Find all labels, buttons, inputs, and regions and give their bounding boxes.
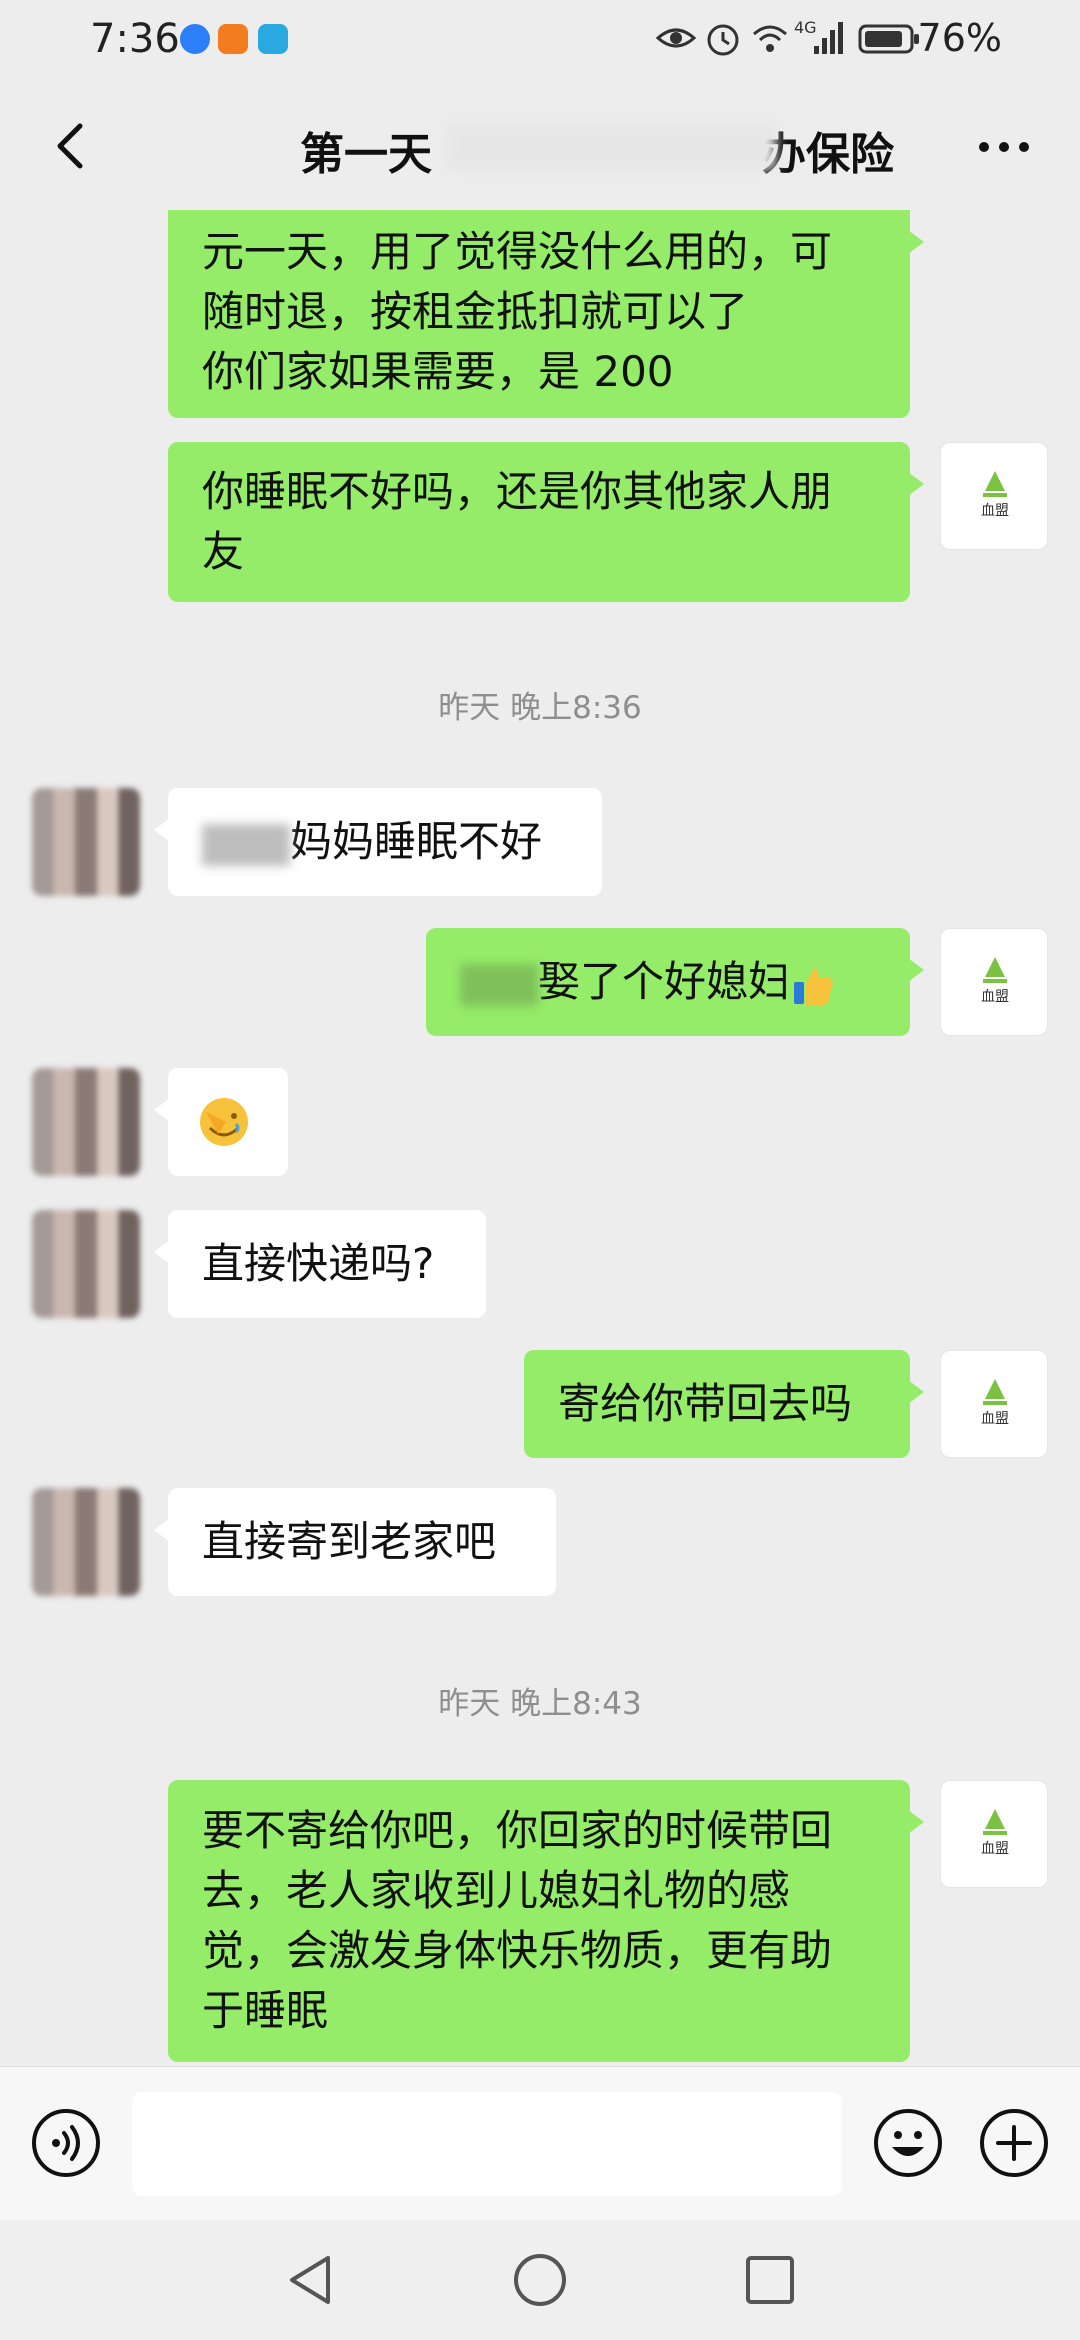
text-redaction xyxy=(202,823,290,866)
message-line: 元一天，用了觉得没什么用的，可 xyxy=(202,227,833,276)
message-line: 你们家如果需要，是 200 xyxy=(202,347,674,396)
avatar-logo-text: 血盟 xyxy=(981,1411,1009,1427)
facepalm-emoji xyxy=(200,1098,248,1146)
message-bubble-outgoing[interactable]: 娶了个好媳妇 xyxy=(426,928,924,1036)
my-avatar[interactable]: 血盟 xyxy=(940,1350,1048,1458)
video-app-icon xyxy=(218,24,248,54)
chat-title-suffix: 办保险 xyxy=(762,129,894,180)
message-bubble-outgoing[interactable]: 你睡眠不好吗，还是你其他家人朋 友 xyxy=(168,442,924,602)
chat-header: 第一天 办保险 xyxy=(0,84,1080,210)
avatar-logo-text: 血盟 xyxy=(981,503,1009,519)
input-bar xyxy=(0,2066,1080,2221)
message-bubble-outgoing[interactable]: 元一天，用了觉得没什么用的，可 随时退，按租金抵扣就可以了 你们家如果需要，是 … xyxy=(168,210,924,418)
status-bar: 7:36 4G 76% xyxy=(0,0,1080,84)
message-bubble-incoming[interactable] xyxy=(154,1068,288,1176)
my-avatar[interactable]: 血盟 xyxy=(940,1780,1048,1888)
emoji-icon[interactable] xyxy=(872,2107,944,2179)
message-line: 随时退，按租金抵扣就可以了 xyxy=(202,287,749,336)
logo-icon: 血盟 xyxy=(981,957,1009,1005)
chat-messages[interactable]: 元一天，用了觉得没什么用的，可 随时退，按租金抵扣就可以了 你们家如果需要，是 … xyxy=(0,210,1080,2066)
chat-title-text: 第一天 xyxy=(300,129,432,180)
message-timestamp: 昨天 晚上8:43 xyxy=(438,1686,642,1722)
nav-back-icon[interactable] xyxy=(280,2250,340,2310)
system-nav-bar xyxy=(0,2220,1080,2340)
thumbs-up-emoji xyxy=(794,967,833,1005)
message-bubble-outgoing[interactable]: 寄给你带回去吗 xyxy=(524,1350,924,1458)
status-time: 7:36 xyxy=(90,16,180,62)
text-redaction xyxy=(460,963,538,1006)
title-redaction xyxy=(446,124,776,170)
message-text: 直接寄到老家吧 xyxy=(202,1517,497,1566)
message-line: 于睡眠 xyxy=(202,1986,329,2035)
message-input[interactable] xyxy=(132,2092,842,2196)
avatar-logo-text: 血盟 xyxy=(981,989,1009,1005)
voice-icon[interactable] xyxy=(30,2107,102,2179)
contact-avatar[interactable] xyxy=(32,1488,140,1596)
logo-icon: 血盟 xyxy=(981,1809,1009,1857)
message-line: 要不寄给你吧，你回家的时候带回 xyxy=(202,1806,833,1855)
message-line: 你睡眠不好吗，还是你其他家人朋 xyxy=(202,467,833,516)
plus-icon[interactable] xyxy=(978,2107,1050,2179)
mini-app-icon xyxy=(258,24,288,54)
message-bubble-incoming[interactable]: 妈妈睡眠不好 xyxy=(154,788,602,896)
avatar-logo-text: 血盟 xyxy=(981,1841,1009,1857)
battery-icon xyxy=(858,24,919,54)
more-dots-icon[interactable] xyxy=(974,122,1034,172)
wifi-icon xyxy=(753,25,787,52)
nav-recents-icon[interactable] xyxy=(740,2250,800,2310)
message-line: 去，老人家收到儿媳妇礼物的感 xyxy=(202,1866,791,1915)
message-bubble-incoming[interactable]: 直接快递吗? xyxy=(154,1210,486,1318)
message-timestamp: 昨天 晚上8:36 xyxy=(438,690,642,726)
my-avatar[interactable]: 血盟 xyxy=(940,928,1048,1036)
message-bubble-outgoing[interactable]: 要不寄给你吧，你回家的时候带回 去，老人家收到儿媳妇礼物的感 觉，会激发身体快乐… xyxy=(168,1780,924,2062)
message-line: 觉，会激发身体快乐物质，更有助 xyxy=(202,1926,833,1975)
contact-avatar[interactable] xyxy=(32,788,140,896)
message-line: 友 xyxy=(202,527,245,576)
signal-icon xyxy=(814,22,843,54)
message-text: 寄给你带回去吗 xyxy=(558,1379,853,1428)
contact-avatar[interactable] xyxy=(32,1068,140,1176)
logo-icon: 血盟 xyxy=(981,1379,1009,1427)
chevron-left-icon[interactable] xyxy=(40,114,100,174)
message-bubble-incoming[interactable]: 直接寄到老家吧 xyxy=(154,1488,556,1596)
message-text: 直接快递吗? xyxy=(202,1239,435,1288)
browser-app-icon xyxy=(180,24,210,54)
eye-icon xyxy=(656,28,696,48)
battery-percent: 76% xyxy=(917,16,1002,60)
logo-icon: 血盟 xyxy=(981,471,1009,519)
message-text: 娶了个好媳妇 xyxy=(538,957,791,1006)
nav-home-icon[interactable] xyxy=(510,2250,570,2310)
message-text: 妈妈睡眠不好 xyxy=(290,817,543,866)
alarm-icon xyxy=(707,24,739,56)
my-avatar[interactable]: 血盟 xyxy=(940,442,1048,550)
contact-avatar[interactable] xyxy=(32,1210,140,1318)
